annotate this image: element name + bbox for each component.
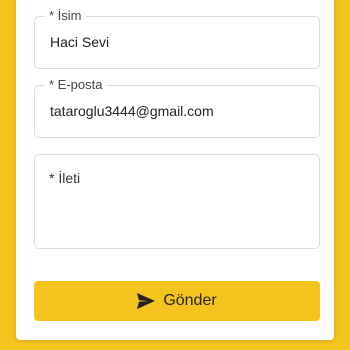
message-field[interactable]: * İleti <box>34 154 320 249</box>
paper-plane-icon <box>137 293 156 309</box>
email-value[interactable]: tataroglu3444@gmail.com <box>50 103 214 119</box>
email-field[interactable]: * E-posta tataroglu3444@gmail.com <box>34 78 320 138</box>
name-field[interactable]: * İsim Haci Sevi <box>34 9 320 69</box>
name-value[interactable]: Haci Sevi <box>50 34 109 50</box>
contact-form-card: * İsim Haci Sevi * E-posta tataroglu3444… <box>16 0 334 340</box>
send-label: Gönder <box>163 292 217 309</box>
message-placeholder: * İleti <box>49 170 81 186</box>
name-label: * İsim <box>45 9 86 23</box>
send-button[interactable]: Gönder <box>34 281 320 321</box>
email-label: * E-posta <box>45 78 107 92</box>
